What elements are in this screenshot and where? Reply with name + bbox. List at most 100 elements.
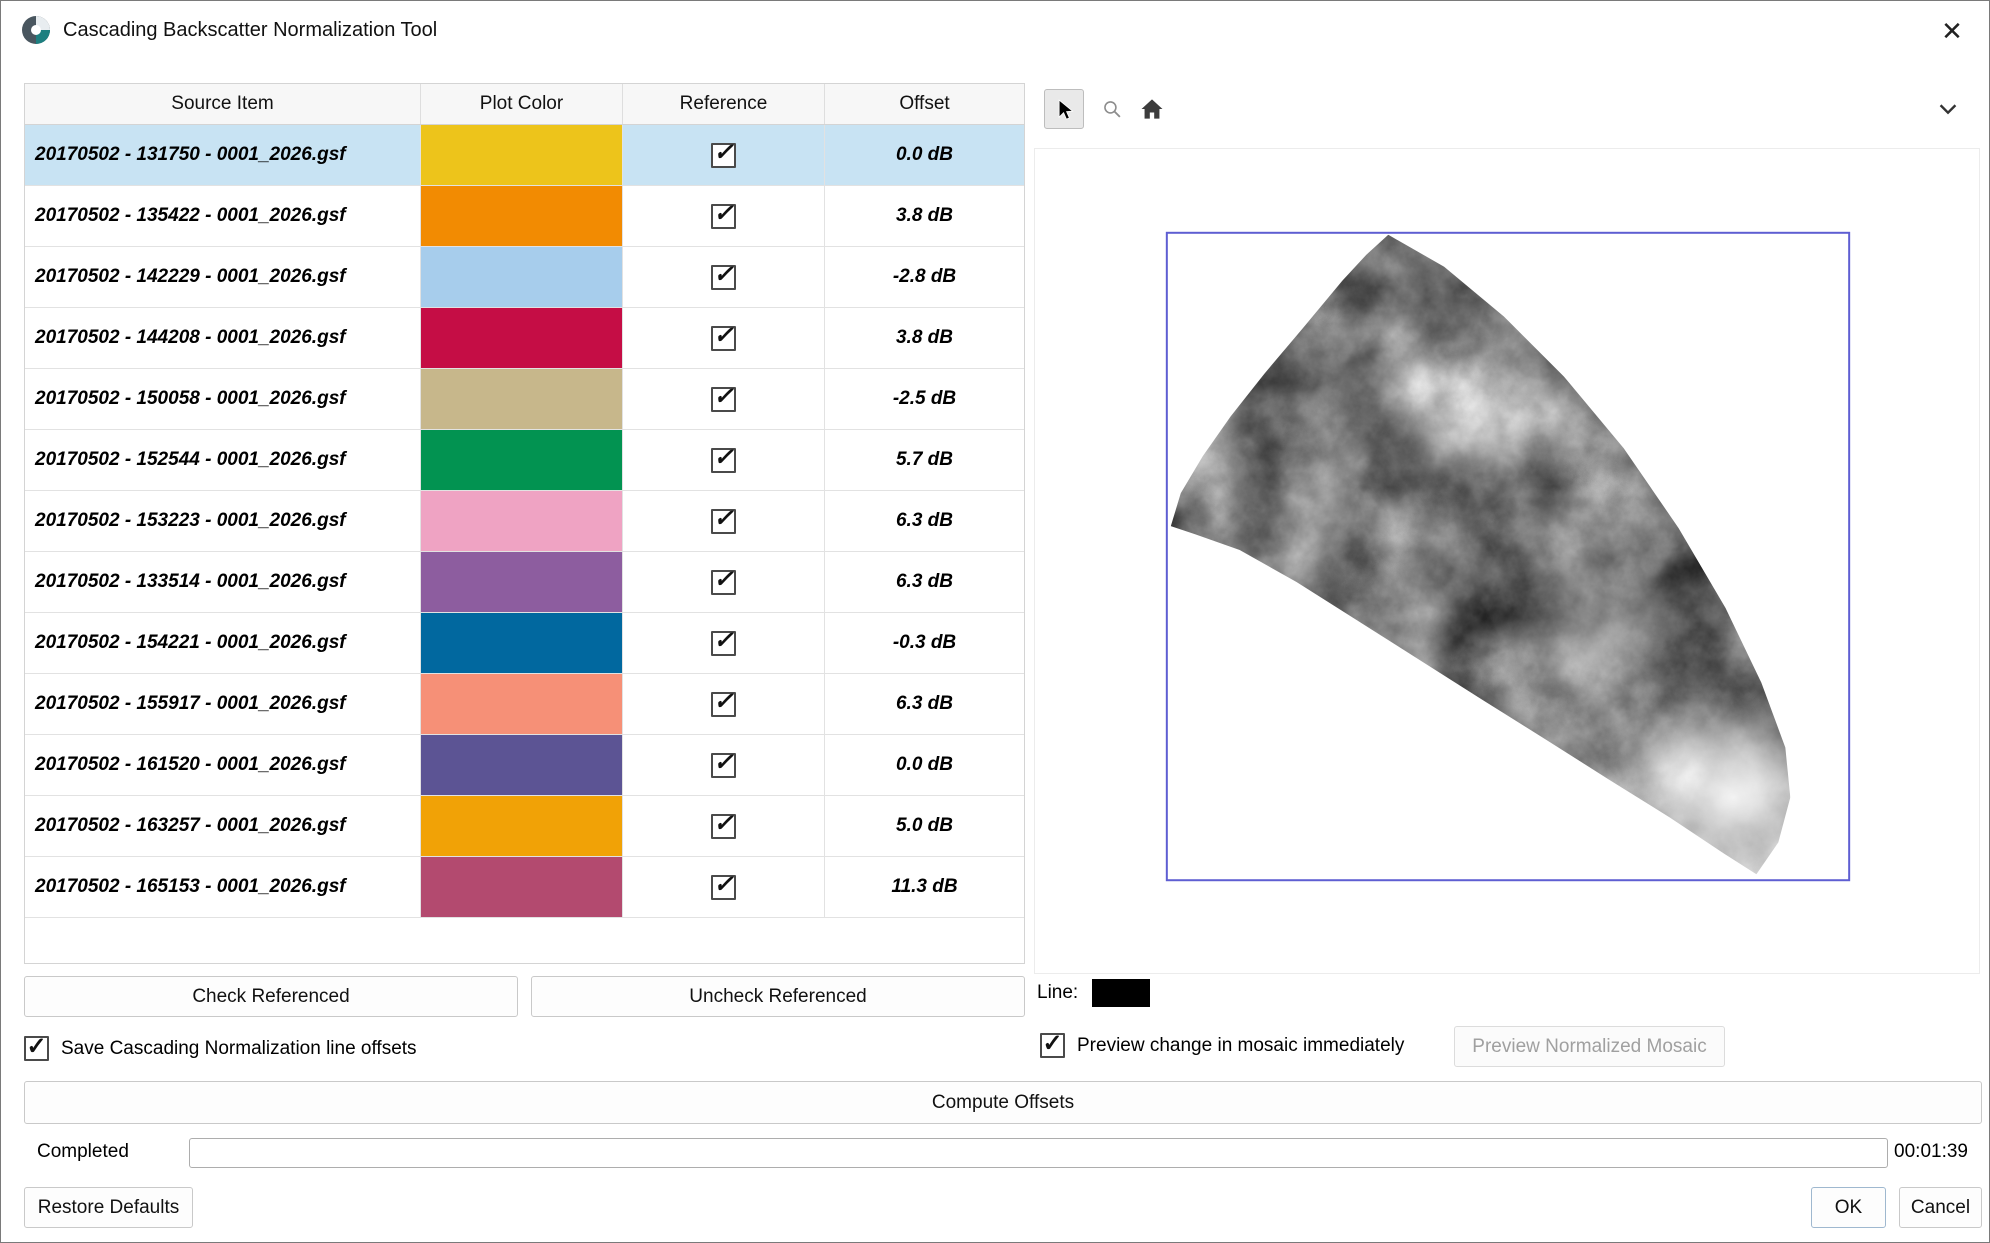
reference-checkbox[interactable]: ✓ bbox=[711, 204, 736, 229]
source-item-cell[interactable]: 20170502 - 161520 - 0001_2026.gsf bbox=[25, 735, 421, 795]
table-row[interactable]: 20170502 - 142229 - 0001_2026.gsf ✓ -2.8 d… bbox=[25, 247, 1024, 308]
table-row[interactable]: 20170502 - 152544 - 0001_2026.gsf ✓ 5.7 dB bbox=[25, 430, 1024, 491]
offset-cell[interactable]: 11.3 dB bbox=[825, 857, 1024, 917]
reference-checkbox[interactable]: ✓ bbox=[711, 814, 736, 839]
close-icon[interactable]: ✕ bbox=[1935, 15, 1969, 47]
table-row[interactable]: 20170502 - 163257 - 0001_2026.gsf ✓ 5.0 dB bbox=[25, 796, 1024, 857]
plot-color-cell[interactable] bbox=[421, 552, 623, 612]
zoom-tool-button[interactable] bbox=[1092, 89, 1132, 129]
source-item-cell[interactable]: 20170502 - 155917 - 0001_2026.gsf bbox=[25, 674, 421, 734]
table-row[interactable]: 20170502 - 150058 - 0001_2026.gsf ✓ -2.5 d… bbox=[25, 369, 1024, 430]
pointer-tool-button[interactable] bbox=[1044, 89, 1084, 129]
reference-cell[interactable]: ✓ bbox=[623, 308, 825, 368]
reference-cell[interactable]: ✓ bbox=[623, 430, 825, 490]
source-item-cell[interactable]: 20170502 - 153223 - 0001_2026.gsf bbox=[25, 491, 421, 551]
plot-color-cell[interactable] bbox=[421, 857, 623, 917]
compute-offsets-button[interactable]: Compute Offsets bbox=[24, 1081, 1982, 1124]
table-row[interactable]: 20170502 - 155917 - 0001_2026.gsf ✓ 6.3 dB bbox=[25, 674, 1024, 735]
table-row[interactable]: 20170502 - 135422 - 0001_2026.gsf ✓ 3.8 dB bbox=[25, 186, 1024, 247]
reference-cell[interactable]: ✓ bbox=[623, 674, 825, 734]
offset-cell[interactable]: 3.8 dB bbox=[825, 308, 1024, 368]
reference-checkbox[interactable]: ✓ bbox=[711, 570, 736, 595]
table-row[interactable]: 20170502 - 144208 - 0001_2026.gsf ✓ 3.8 dB bbox=[25, 308, 1024, 369]
plot-color-cell[interactable] bbox=[421, 430, 623, 490]
offset-cell[interactable]: 0.0 dB bbox=[825, 125, 1024, 185]
source-item-cell[interactable]: 20170502 - 163257 - 0001_2026.gsf bbox=[25, 796, 421, 856]
table-row[interactable]: 20170502 - 153223 - 0001_2026.gsf ✓ 6.3 dB bbox=[25, 491, 1024, 552]
source-item-cell[interactable]: 20170502 - 150058 - 0001_2026.gsf bbox=[25, 369, 421, 429]
plot-color-cell[interactable] bbox=[421, 186, 623, 246]
plot-color-cell[interactable] bbox=[421, 735, 623, 795]
offset-cell[interactable]: 6.3 dB bbox=[825, 491, 1024, 551]
reference-cell[interactable]: ✓ bbox=[623, 552, 825, 612]
mosaic-preview bbox=[1035, 149, 1979, 973]
table-row[interactable]: 20170502 - 165153 - 0001_2026.gsf ✓ 11.3 d… bbox=[25, 857, 1024, 918]
reference-checkbox[interactable]: ✓ bbox=[711, 753, 736, 778]
reference-checkbox[interactable]: ✓ bbox=[711, 509, 736, 534]
uncheck-referenced-button[interactable]: Uncheck Referenced bbox=[531, 976, 1025, 1017]
reference-checkbox[interactable]: ✓ bbox=[711, 631, 736, 656]
offset-cell[interactable]: 5.0 dB bbox=[825, 796, 1024, 856]
reference-cell[interactable]: ✓ bbox=[623, 125, 825, 185]
source-item-cell[interactable]: 20170502 - 154221 - 0001_2026.gsf bbox=[25, 613, 421, 673]
reference-cell[interactable]: ✓ bbox=[623, 491, 825, 551]
reference-checkbox[interactable]: ✓ bbox=[711, 326, 736, 351]
preview-immediately-checkbox[interactable]: ✓ bbox=[1040, 1033, 1065, 1058]
offset-cell[interactable]: -2.8 dB bbox=[825, 247, 1024, 307]
offset-cell[interactable]: -2.5 dB bbox=[825, 369, 1024, 429]
source-item-cell[interactable]: 20170502 - 133514 - 0001_2026.gsf bbox=[25, 552, 421, 612]
table-row[interactable]: 20170502 - 131750 - 0001_2026.gsf ✓ 0.0 dB bbox=[25, 125, 1024, 186]
check-referenced-button[interactable]: Check Referenced bbox=[24, 976, 518, 1017]
reference-checkbox[interactable]: ✓ bbox=[711, 448, 736, 473]
table-row[interactable]: 20170502 - 133514 - 0001_2026.gsf ✓ 6.3 dB bbox=[25, 552, 1024, 613]
reference-cell[interactable]: ✓ bbox=[623, 247, 825, 307]
source-item-cell[interactable]: 20170502 - 135422 - 0001_2026.gsf bbox=[25, 186, 421, 246]
source-item-cell[interactable]: 20170502 - 165153 - 0001_2026.gsf bbox=[25, 857, 421, 917]
plot-color-cell[interactable] bbox=[421, 491, 623, 551]
plot-color-cell[interactable] bbox=[421, 125, 623, 185]
home-icon bbox=[1138, 95, 1166, 123]
column-header-offset[interactable]: Offset bbox=[825, 84, 1024, 124]
collapse-panel-button[interactable] bbox=[1930, 91, 1966, 127]
reference-checkbox[interactable]: ✓ bbox=[711, 692, 736, 717]
plot-color-cell[interactable] bbox=[421, 674, 623, 734]
save-offsets-checkbox[interactable]: ✓ bbox=[24, 1036, 49, 1061]
plot-color-cell[interactable] bbox=[421, 369, 623, 429]
table-row[interactable]: 20170502 - 161520 - 0001_2026.gsf ✓ 0.0 dB bbox=[25, 735, 1024, 796]
offset-cell[interactable]: 3.8 dB bbox=[825, 186, 1024, 246]
home-tool-button[interactable] bbox=[1132, 89, 1172, 129]
source-item-cell[interactable]: 20170502 - 152544 - 0001_2026.gsf bbox=[25, 430, 421, 490]
reference-cell[interactable]: ✓ bbox=[623, 369, 825, 429]
mosaic-preview-panel[interactable] bbox=[1034, 148, 1980, 974]
plot-color-cell[interactable] bbox=[421, 796, 623, 856]
reference-cell[interactable]: ✓ bbox=[623, 613, 825, 673]
reference-cell[interactable]: ✓ bbox=[623, 186, 825, 246]
reference-checkbox[interactable]: ✓ bbox=[711, 265, 736, 290]
offset-cell[interactable]: 0.0 dB bbox=[825, 735, 1024, 795]
column-header-reference[interactable]: Reference bbox=[623, 84, 825, 124]
column-header-source-item[interactable]: Source Item bbox=[25, 84, 421, 124]
line-color-swatch[interactable] bbox=[1092, 979, 1150, 1007]
reference-cell[interactable]: ✓ bbox=[623, 735, 825, 795]
cancel-button[interactable]: Cancel bbox=[1899, 1187, 1982, 1228]
reference-cell[interactable]: ✓ bbox=[623, 857, 825, 917]
plot-color-cell[interactable] bbox=[421, 247, 623, 307]
column-header-plot-color[interactable]: Plot Color bbox=[421, 84, 623, 124]
source-item-cell[interactable]: 20170502 - 131750 - 0001_2026.gsf bbox=[25, 125, 421, 185]
plot-color-cell[interactable] bbox=[421, 308, 623, 368]
restore-defaults-button[interactable]: Restore Defaults bbox=[24, 1187, 193, 1228]
source-item-cell[interactable]: 20170502 - 142229 - 0001_2026.gsf bbox=[25, 247, 421, 307]
reference-checkbox[interactable]: ✓ bbox=[711, 143, 736, 168]
reference-checkbox[interactable]: ✓ bbox=[711, 875, 736, 900]
ok-button[interactable]: OK bbox=[1811, 1187, 1886, 1228]
offset-cell[interactable]: 5.7 dB bbox=[825, 430, 1024, 490]
offset-cell[interactable]: 6.3 dB bbox=[825, 552, 1024, 612]
plot-color-cell[interactable] bbox=[421, 613, 623, 673]
offset-cell[interactable]: 6.3 dB bbox=[825, 674, 1024, 734]
reference-cell[interactable]: ✓ bbox=[623, 796, 825, 856]
source-item-cell[interactable]: 20170502 - 144208 - 0001_2026.gsf bbox=[25, 308, 421, 368]
reference-checkbox[interactable]: ✓ bbox=[711, 387, 736, 412]
preview-normalized-mosaic-button[interactable]: Preview Normalized Mosaic bbox=[1454, 1026, 1725, 1067]
table-row[interactable]: 20170502 - 154221 - 0001_2026.gsf ✓ -0.3 d… bbox=[25, 613, 1024, 674]
offset-cell[interactable]: -0.3 dB bbox=[825, 613, 1024, 673]
